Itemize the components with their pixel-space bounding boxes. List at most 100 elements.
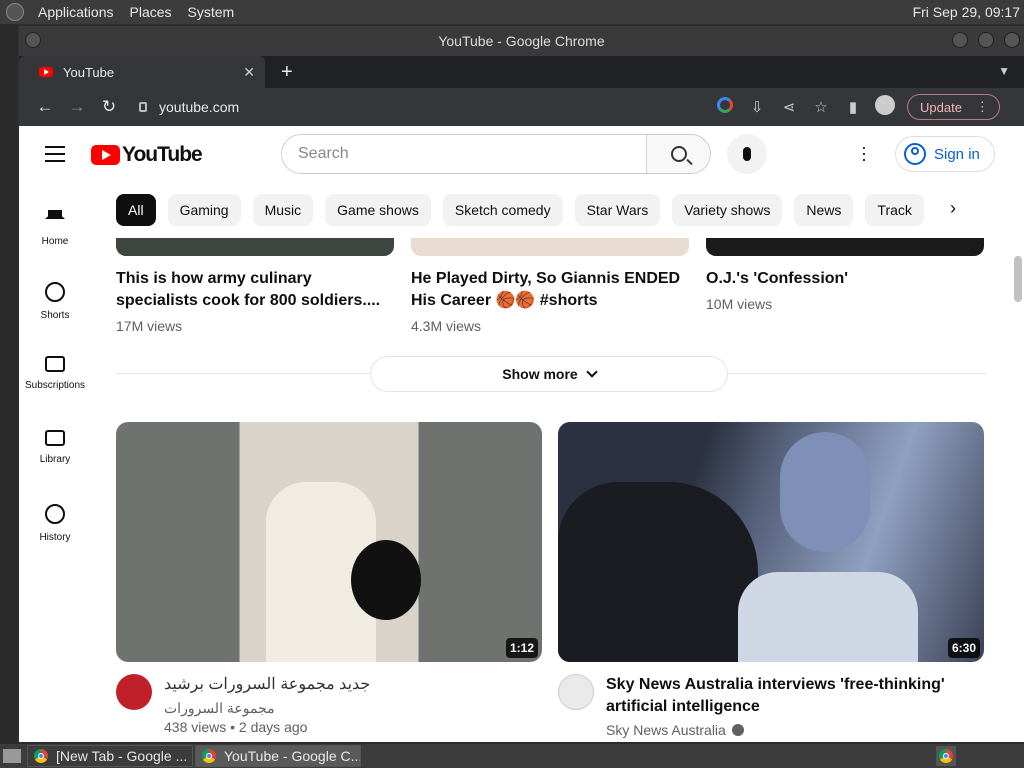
chevron-down-icon bbox=[586, 366, 598, 378]
short-title[interactable]: He Played Dirty, So Giannis ENDED His Ca… bbox=[411, 268, 681, 312]
taskbar-item-label: [New Tab - Google ... bbox=[56, 748, 188, 764]
short-thumbnail[interactable] bbox=[706, 238, 984, 256]
thumbnail-robot-image bbox=[780, 432, 870, 552]
os-menu-places[interactable]: Places bbox=[122, 4, 180, 20]
chip-news[interactable]: News bbox=[794, 194, 854, 226]
video-feed: This is how army culinary specialists co… bbox=[116, 238, 986, 742]
taskbar-item-youtube[interactable]: YouTube - Google C... bbox=[195, 745, 361, 767]
sidebar-item-home[interactable]: Home bbox=[19, 202, 91, 276]
new-tab-button[interactable]: + bbox=[281, 61, 293, 84]
google-lens-icon[interactable] bbox=[709, 97, 741, 117]
video-thumbnail[interactable]: 6:30 bbox=[558, 422, 984, 662]
video-title[interactable]: جديد مجموعة السرورات برشيد bbox=[164, 674, 370, 696]
os-menu-applications[interactable]: Applications bbox=[30, 4, 122, 20]
tab-close-icon[interactable]: ✕ bbox=[243, 64, 255, 81]
short-thumbnail[interactable] bbox=[411, 238, 689, 256]
os-menu-logo-icon[interactable] bbox=[6, 3, 24, 21]
tab-search-chevron-icon[interactable]: ▼ bbox=[998, 64, 1010, 78]
channel-name[interactable]: Sky News Australia bbox=[606, 722, 984, 738]
install-app-icon[interactable]: ⇩ bbox=[741, 98, 773, 116]
address-bar[interactable]: youtube.com bbox=[129, 93, 709, 121]
show-desktop-icon[interactable] bbox=[3, 749, 21, 763]
tab-youtube[interactable]: YouTube ✕ bbox=[19, 56, 265, 88]
sidebar-item-history[interactable]: History bbox=[19, 498, 91, 572]
channel-avatar[interactable] bbox=[558, 674, 594, 710]
back-button[interactable]: ← bbox=[29, 97, 61, 117]
shorts-icon bbox=[45, 282, 65, 302]
update-label: Update bbox=[920, 99, 962, 115]
search-button[interactable] bbox=[646, 135, 710, 173]
microphone-icon bbox=[743, 147, 751, 161]
window-title: YouTube - Google Chrome bbox=[438, 33, 605, 49]
home-icon bbox=[45, 208, 65, 228]
sidebar-item-subscriptions[interactable]: Subscriptions bbox=[19, 350, 91, 424]
video-meta: Sky News Australia interviews 'free-thin… bbox=[558, 674, 984, 738]
youtube-logo[interactable]: YouTube bbox=[91, 143, 203, 167]
channel-name-text: Sky News Australia bbox=[606, 722, 726, 738]
short-title[interactable]: O.J.'s 'Confession' bbox=[706, 268, 976, 290]
page-scrollbar[interactable] bbox=[1014, 256, 1024, 304]
os-top-panel: Applications Places System Fri Sep 29, 0… bbox=[0, 0, 1024, 24]
minimize-icon[interactable] bbox=[952, 32, 968, 48]
sidebar-item-label: Library bbox=[39, 454, 71, 465]
chip-music[interactable]: Music bbox=[252, 194, 314, 226]
video-card[interactable]: 6:30 Sky News Australia interviews 'free… bbox=[558, 422, 984, 738]
thumbnail-drum-image bbox=[351, 540, 421, 620]
sidebar-item-library[interactable]: Library bbox=[19, 424, 91, 498]
chip-star-wars[interactable]: Star Wars bbox=[574, 194, 661, 226]
reload-button[interactable]: ↻ bbox=[93, 97, 125, 117]
tray-chrome-icon[interactable] bbox=[936, 746, 956, 766]
sidebar-item-shorts[interactable]: Shorts bbox=[19, 276, 91, 350]
short-thumbnail[interactable] bbox=[116, 238, 394, 256]
window-menu-icon[interactable] bbox=[25, 32, 41, 48]
video-title[interactable]: Sky News Australia interviews 'free-thin… bbox=[606, 674, 984, 718]
chip-game-shows[interactable]: Game shows bbox=[325, 194, 431, 226]
short-title[interactable]: This is how army culinary specialists co… bbox=[116, 268, 386, 312]
update-button[interactable]: Update ⋮ bbox=[907, 94, 1000, 120]
youtube-favicon-icon bbox=[39, 67, 53, 77]
chip-gaming[interactable]: Gaming bbox=[167, 194, 241, 226]
settings-more-icon[interactable]: · · · bbox=[859, 138, 869, 168]
taskbar-item-new-tab[interactable]: [New Tab - Google ... bbox=[27, 745, 193, 767]
video-card[interactable]: 1:12 جديد مجموعة السرورات برشيد مجموعة ا… bbox=[116, 422, 542, 735]
sign-in-label: Sign in bbox=[934, 145, 980, 163]
side-panel-icon[interactable]: ▮ bbox=[837, 98, 869, 116]
os-menu-system[interactable]: System bbox=[180, 4, 243, 20]
tab-title: YouTube bbox=[63, 64, 115, 80]
short-views: 4.3M views bbox=[411, 318, 482, 334]
scrollbar-thumb[interactable] bbox=[1014, 256, 1022, 302]
forward-button[interactable]: → bbox=[61, 97, 93, 117]
sidebar-item-label: Home bbox=[41, 236, 69, 247]
show-more-label: Show more bbox=[502, 366, 578, 382]
show-more-button[interactable]: Show more bbox=[370, 356, 728, 392]
library-icon bbox=[45, 430, 65, 446]
search-input[interactable] bbox=[282, 135, 646, 173]
voice-search-button[interactable] bbox=[727, 134, 767, 174]
maximize-icon[interactable] bbox=[978, 32, 994, 48]
chips-next-chevron-icon[interactable]: › bbox=[939, 198, 967, 219]
channel-name[interactable]: مجموعة السرورات bbox=[164, 700, 370, 717]
chip-variety-shows[interactable]: Variety shows bbox=[672, 194, 783, 226]
lock-icon[interactable] bbox=[139, 102, 147, 112]
chip-all[interactable]: All bbox=[116, 194, 156, 226]
os-clock[interactable]: Fri Sep 29, 09:17 bbox=[913, 4, 1020, 20]
video-thumbnail[interactable]: 1:12 bbox=[116, 422, 542, 662]
share-icon[interactable]: ⋖ bbox=[773, 98, 805, 116]
window-titlebar[interactable]: YouTube - Google Chrome bbox=[19, 26, 1024, 56]
chrome-icon bbox=[202, 749, 216, 763]
chip-track[interactable]: Track bbox=[865, 194, 924, 226]
video-stats: 438 views • 2 days ago bbox=[164, 719, 308, 735]
channel-avatar[interactable] bbox=[116, 674, 152, 710]
url-text[interactable]: youtube.com bbox=[159, 99, 239, 115]
bookmark-star-icon[interactable]: ☆ bbox=[805, 98, 837, 116]
history-icon bbox=[45, 504, 65, 524]
verified-check-icon bbox=[731, 724, 744, 736]
thumbnail-robot-body-image bbox=[738, 572, 918, 662]
chip-sketch-comedy[interactable]: Sketch comedy bbox=[442, 194, 563, 226]
browser-window: YouTube - Google Chrome YouTube ✕ + ▼ ← … bbox=[18, 26, 1024, 742]
chrome-menu-icon[interactable]: ⋮ bbox=[976, 99, 989, 115]
hamburger-menu-icon[interactable] bbox=[45, 146, 65, 162]
profile-avatar-icon[interactable] bbox=[869, 95, 901, 119]
sign-in-button[interactable]: Sign in bbox=[895, 136, 995, 172]
close-window-icon[interactable] bbox=[1004, 32, 1020, 48]
